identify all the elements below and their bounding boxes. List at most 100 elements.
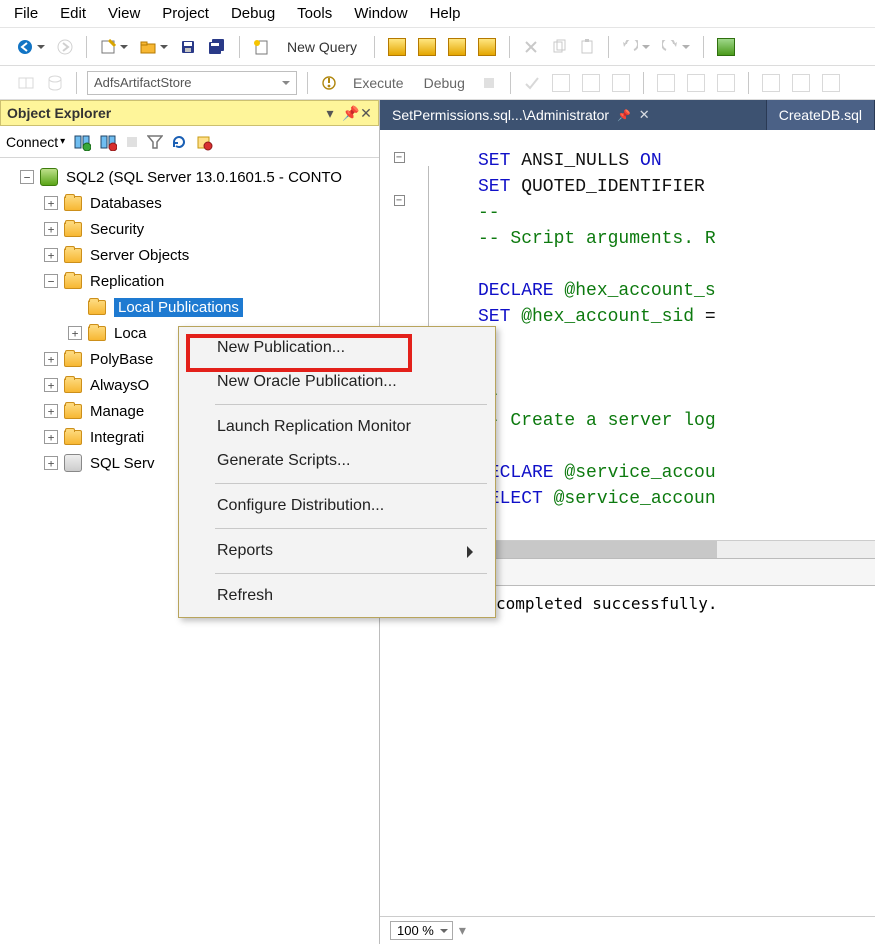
xmla-query-icon[interactable] <box>475 35 499 59</box>
menu-help[interactable]: Help <box>430 5 461 22</box>
node-label: Integrati <box>90 429 144 446</box>
tab-label: SetPermissions.sql...\Administrator <box>392 107 609 123</box>
tree-node-databases[interactable]: + Databases <box>4 190 379 216</box>
node-label: SQL Serv <box>90 455 154 472</box>
nav-back-button[interactable] <box>14 35 48 59</box>
collapse-icon[interactable]: − <box>20 170 34 184</box>
available-db-icon <box>44 71 66 95</box>
agent-icon <box>64 454 82 472</box>
debug-button[interactable]: Debug <box>417 71 472 95</box>
expand-icon[interactable]: + <box>68 326 82 340</box>
new-query-button[interactable]: New Query <box>280 35 364 59</box>
activity-monitor-icon[interactable] <box>714 35 738 59</box>
messages-pane[interactable]: Command(s) completed successfully. <box>380 586 875 916</box>
menu-window[interactable]: Window <box>354 5 407 22</box>
cm-separator <box>215 528 487 529</box>
expand-icon[interactable]: + <box>44 378 58 392</box>
tab-setpermissions[interactable]: SetPermissions.sql...\Administrator 📌 ✕ <box>380 100 767 130</box>
database-selector[interactable]: AdfsArtifactStore <box>87 71 297 95</box>
database-selector-value: AdfsArtifactStore <box>94 75 192 90</box>
menu-tools[interactable]: Tools <box>297 5 332 22</box>
expand-icon[interactable]: + <box>44 430 58 444</box>
cm-generate-scripts[interactable]: Generate Scripts... <box>181 444 493 478</box>
connect-oe-icon[interactable] <box>73 133 91 151</box>
cm-configure-distribution[interactable]: Configure Distribution... <box>181 489 493 523</box>
oe-search-icon[interactable] <box>195 133 213 151</box>
intellisense-icon <box>609 71 633 95</box>
cm-new-publication[interactable]: New Publication... <box>181 331 493 365</box>
cm-launch-monitor[interactable]: Launch Replication Monitor <box>181 410 493 444</box>
save-all-button[interactable] <box>205 35 229 59</box>
include-stats-icon <box>684 71 708 95</box>
new-project-button[interactable] <box>97 35 131 59</box>
save-button[interactable] <box>177 35 199 59</box>
separator <box>748 72 749 94</box>
collapse-icon[interactable]: − <box>44 274 58 288</box>
tree-node-replication[interactable]: − Replication <box>4 268 379 294</box>
results-file-icon <box>819 71 843 95</box>
refresh-oe-icon[interactable] <box>171 134 187 150</box>
cm-reports[interactable]: Reports <box>181 534 493 568</box>
expand-icon[interactable]: + <box>44 248 58 262</box>
tree-node-server-objects[interactable]: + Server Objects <box>4 242 379 268</box>
node-label: Databases <box>90 195 162 212</box>
expand-icon[interactable]: + <box>44 352 58 366</box>
connect-dropdown[interactable]: Connect ▾ <box>6 134 65 150</box>
separator <box>703 36 704 58</box>
change-connection-icon <box>14 71 38 95</box>
cm-refresh[interactable]: Refresh <box>181 579 493 613</box>
document-tab-strip: SetPermissions.sql...\Administrator 📌 ✕ … <box>380 100 875 130</box>
filter-icon[interactable] <box>147 134 163 150</box>
disconnect-oe-icon[interactable] <box>99 133 117 151</box>
object-explorer-titlebar: Object Explorer ▾ 📌 ✕ <box>0 100 379 126</box>
fold-toggle-icon[interactable]: − <box>394 152 405 163</box>
nav-forward-button <box>54 35 76 59</box>
menu-debug[interactable]: Debug <box>231 5 275 22</box>
fold-toggle-icon[interactable]: − <box>394 195 405 206</box>
query-options-icon <box>579 71 603 95</box>
separator <box>307 72 308 94</box>
cm-separator <box>215 573 487 574</box>
expand-icon[interactable]: + <box>44 404 58 418</box>
context-menu: New Publication... New Oracle Publicatio… <box>178 326 496 618</box>
close-tab-icon[interactable]: ✕ <box>639 107 650 123</box>
execute-button[interactable]: Execute <box>346 71 411 95</box>
node-label: AlwaysO <box>90 377 149 394</box>
connect-label: Connect <box>6 134 58 150</box>
close-panel-icon[interactable]: ✕ <box>360 105 372 122</box>
folder-icon <box>64 430 82 445</box>
tree-node-local-publications[interactable]: Local Publications <box>4 294 379 320</box>
expand-icon[interactable]: + <box>44 222 58 236</box>
cut-icon <box>520 35 542 59</box>
pin-tab-icon[interactable]: 📌 <box>617 109 631 122</box>
folder-icon <box>64 404 82 419</box>
zoom-selector[interactable]: 100 % <box>390 921 453 940</box>
separator <box>643 72 644 94</box>
separator <box>374 36 375 58</box>
cm-separator <box>215 404 487 405</box>
mdx-query-icon[interactable] <box>415 35 439 59</box>
object-explorer-title: Object Explorer <box>7 105 111 121</box>
estimated-plan-icon <box>549 71 573 95</box>
expand-icon[interactable]: + <box>44 456 58 470</box>
execute-icon[interactable] <box>318 71 340 95</box>
tab-createdb[interactable]: CreateDB.sql <box>767 100 875 130</box>
standard-toolbar: New Query <box>0 28 875 66</box>
separator <box>608 36 609 58</box>
open-file-button[interactable] <box>137 35 171 59</box>
pin-icon[interactable]: 📌 <box>342 105 354 122</box>
dmx-query-icon[interactable] <box>445 35 469 59</box>
menu-file[interactable]: File <box>14 5 38 22</box>
separator <box>509 36 510 58</box>
menu-view[interactable]: View <box>108 5 140 22</box>
expand-icon[interactable]: + <box>44 196 58 210</box>
de-query-icon[interactable] <box>385 35 409 59</box>
window-position-icon[interactable]: ▾ <box>324 105 336 122</box>
redo-icon <box>659 35 693 59</box>
menu-edit[interactable]: Edit <box>60 5 86 22</box>
tree-server-node[interactable]: − SQL2 (SQL Server 13.0.1601.5 - CONTO <box>4 164 379 190</box>
menu-project[interactable]: Project <box>162 5 209 22</box>
cm-new-oracle-publication[interactable]: New Oracle Publication... <box>181 365 493 399</box>
new-query-icon[interactable] <box>250 35 274 59</box>
tree-node-security[interactable]: + Security <box>4 216 379 242</box>
